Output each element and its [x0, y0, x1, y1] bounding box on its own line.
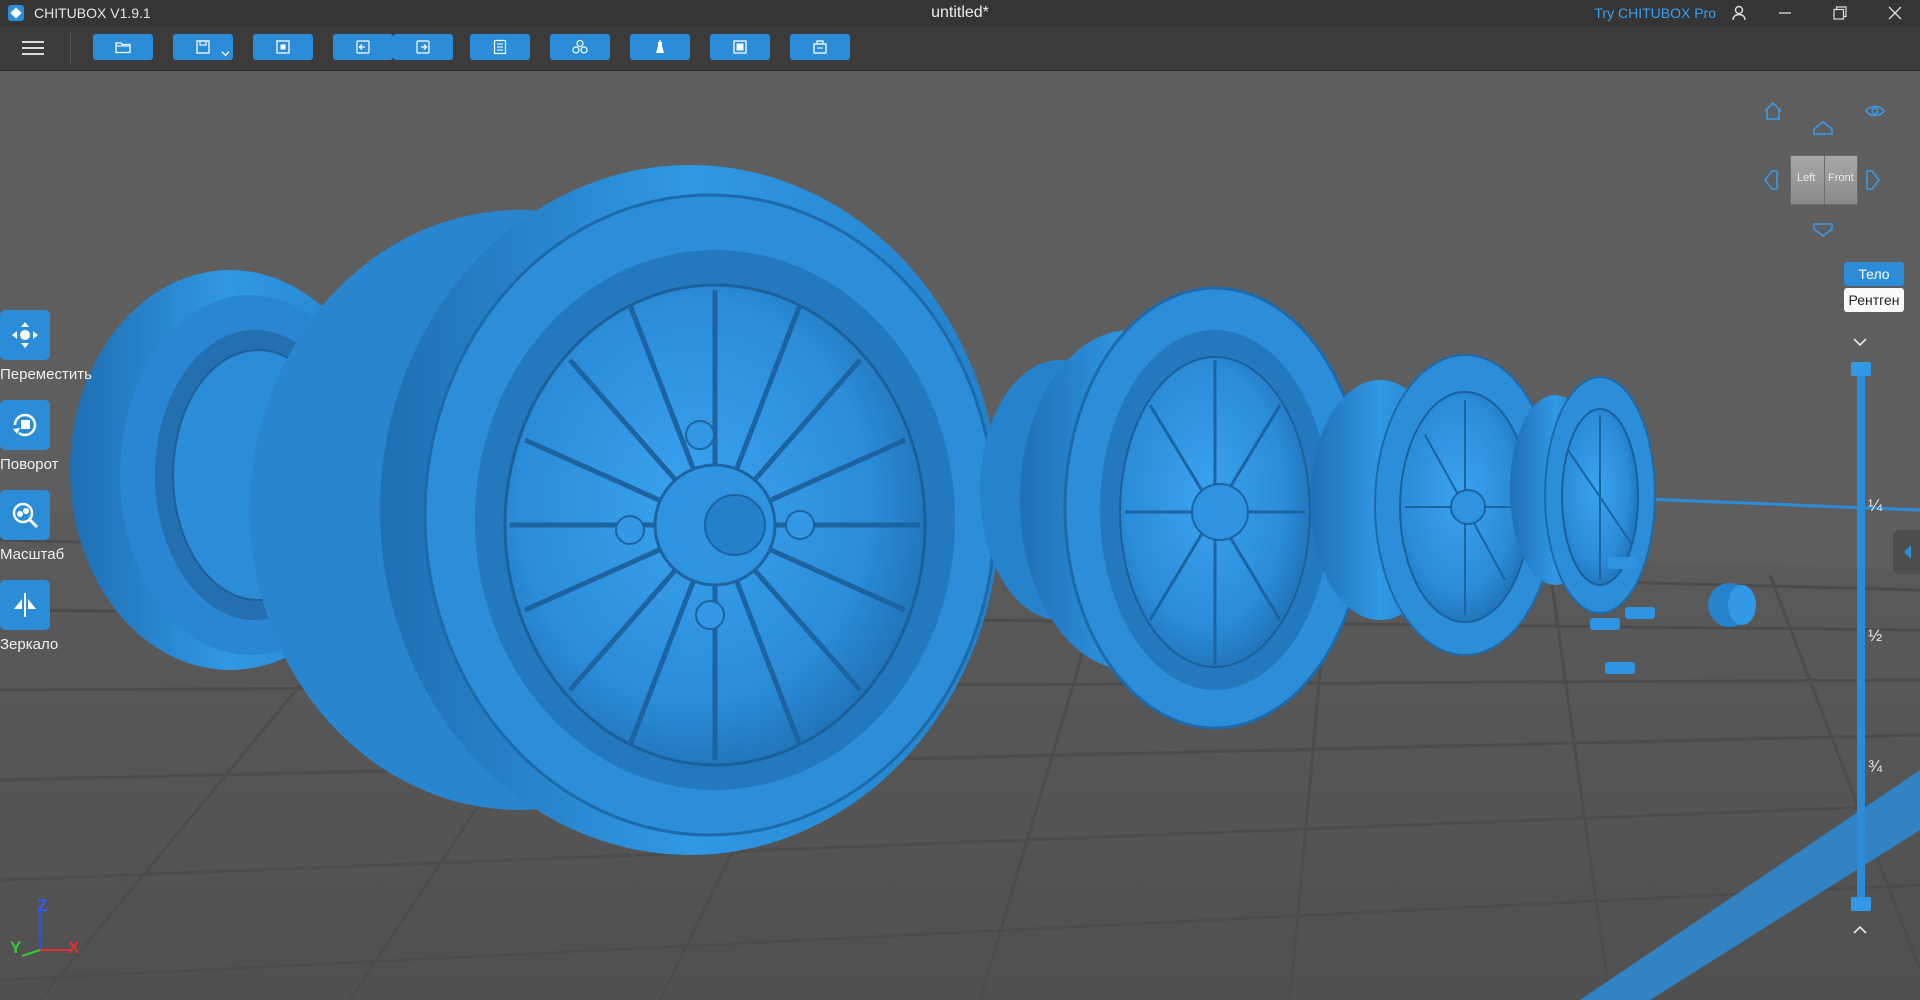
view-cube[interactable]: Left Front [1750, 95, 1890, 255]
slider-mark-half: ½ [1868, 626, 1883, 645]
cube-front-face[interactable]: Front [1828, 172, 1854, 184]
open-folder-icon [115, 42, 131, 54]
axis-x-label: X [68, 938, 80, 957]
redo-button[interactable] [393, 34, 453, 60]
main-toolbar [0, 26, 1920, 71]
arrow-right-icon[interactable] [1864, 169, 1882, 191]
print-icon [813, 40, 827, 54]
select-frame-button[interactable] [253, 34, 313, 60]
redo-icon [416, 40, 430, 54]
slider-mark-quarter: ¼ [1868, 496, 1883, 515]
mirror-label: Зеркало [0, 636, 59, 653]
user-icon[interactable] [1730, 4, 1748, 22]
app-name: CHITUBOX V1.9.1 [34, 5, 151, 21]
close-icon [1888, 6, 1902, 20]
layer-slider-track[interactable] [1857, 368, 1865, 904]
mirror-tool[interactable]: Зеркало [0, 580, 100, 653]
restore-button[interactable] [1815, 0, 1865, 26]
arrow-left-icon[interactable] [1762, 169, 1780, 191]
save-icon [196, 40, 210, 54]
undo-icon [356, 40, 370, 54]
models-list-button[interactable] [550, 34, 610, 60]
scale-tool[interactable]: Масштаб [0, 490, 100, 563]
rotate-icon [13, 413, 37, 437]
arrow-up-icon[interactable] [1812, 119, 1834, 137]
slider-mark-three-quarter: ¾ [1868, 757, 1883, 776]
slice-icon [733, 40, 747, 54]
body-mode-button[interactable]: Тело [1844, 262, 1904, 286]
try-pro-link[interactable]: Try CHITUBOX Pro [1594, 5, 1716, 21]
move-icon [12, 322, 38, 348]
restore-icon [1833, 6, 1847, 20]
toolbar-divider [70, 32, 71, 64]
3d-viewport[interactable]: Z X Y [0, 70, 1920, 1000]
app-logo-icon [8, 5, 24, 21]
mirror-button[interactable] [0, 580, 50, 630]
layer-slider-bottom-handle[interactable] [1851, 897, 1871, 911]
axis-y-label: Y [10, 938, 22, 957]
chevron-up-icon[interactable] [1852, 924, 1868, 936]
eye-view-icon[interactable] [1864, 103, 1886, 119]
settings-button[interactable] [470, 34, 530, 60]
hamburger-menu-button[interactable] [22, 38, 44, 58]
axis-z-label: Z [37, 896, 48, 915]
chevron-down-icon[interactable] [221, 49, 230, 58]
scale-button[interactable] [0, 490, 50, 540]
move-button[interactable] [0, 310, 50, 360]
rotate-label: Поворот [0, 456, 59, 473]
print-button[interactable] [790, 34, 850, 60]
settings-list-icon [493, 39, 507, 55]
select-frame-icon [276, 40, 290, 54]
minimize-button[interactable] [1760, 0, 1810, 26]
arrow-down-icon[interactable] [1812, 221, 1834, 239]
chevron-down-icon[interactable] [1852, 336, 1868, 348]
move-tool[interactable]: Переместить [0, 310, 100, 383]
close-button[interactable] [1870, 0, 1920, 26]
multi-models-icon [572, 39, 588, 54]
orientation-cube[interactable]: Left Front [1790, 155, 1858, 205]
xray-mode-button[interactable]: Рентген [1844, 288, 1904, 312]
open-file-button[interactable] [93, 34, 153, 60]
minimize-icon [1779, 12, 1791, 14]
cube-left-face[interactable]: Left [1797, 172, 1815, 184]
scale-icon [12, 502, 39, 529]
scale-label: Масштаб [0, 546, 65, 563]
side-panel-toggle[interactable] [1893, 530, 1920, 574]
wheel-model[interactable] [250, 165, 1000, 855]
save-button[interactable] [173, 34, 233, 60]
rotate-button[interactable] [0, 400, 50, 450]
move-label: Переместить [0, 366, 92, 383]
support-button[interactable] [630, 34, 690, 60]
undo-button[interactable] [333, 34, 393, 60]
mirror-icon [14, 593, 36, 617]
scene-canvas[interactable] [0, 70, 1920, 1000]
support-icon [656, 40, 664, 53]
slice-button[interactable] [710, 34, 770, 60]
rotate-tool[interactable]: Поворот [0, 400, 100, 473]
home-view-icon[interactable] [1762, 100, 1784, 122]
caret-left-icon [1904, 545, 1911, 559]
layer-slider-top-handle[interactable] [1851, 362, 1871, 376]
